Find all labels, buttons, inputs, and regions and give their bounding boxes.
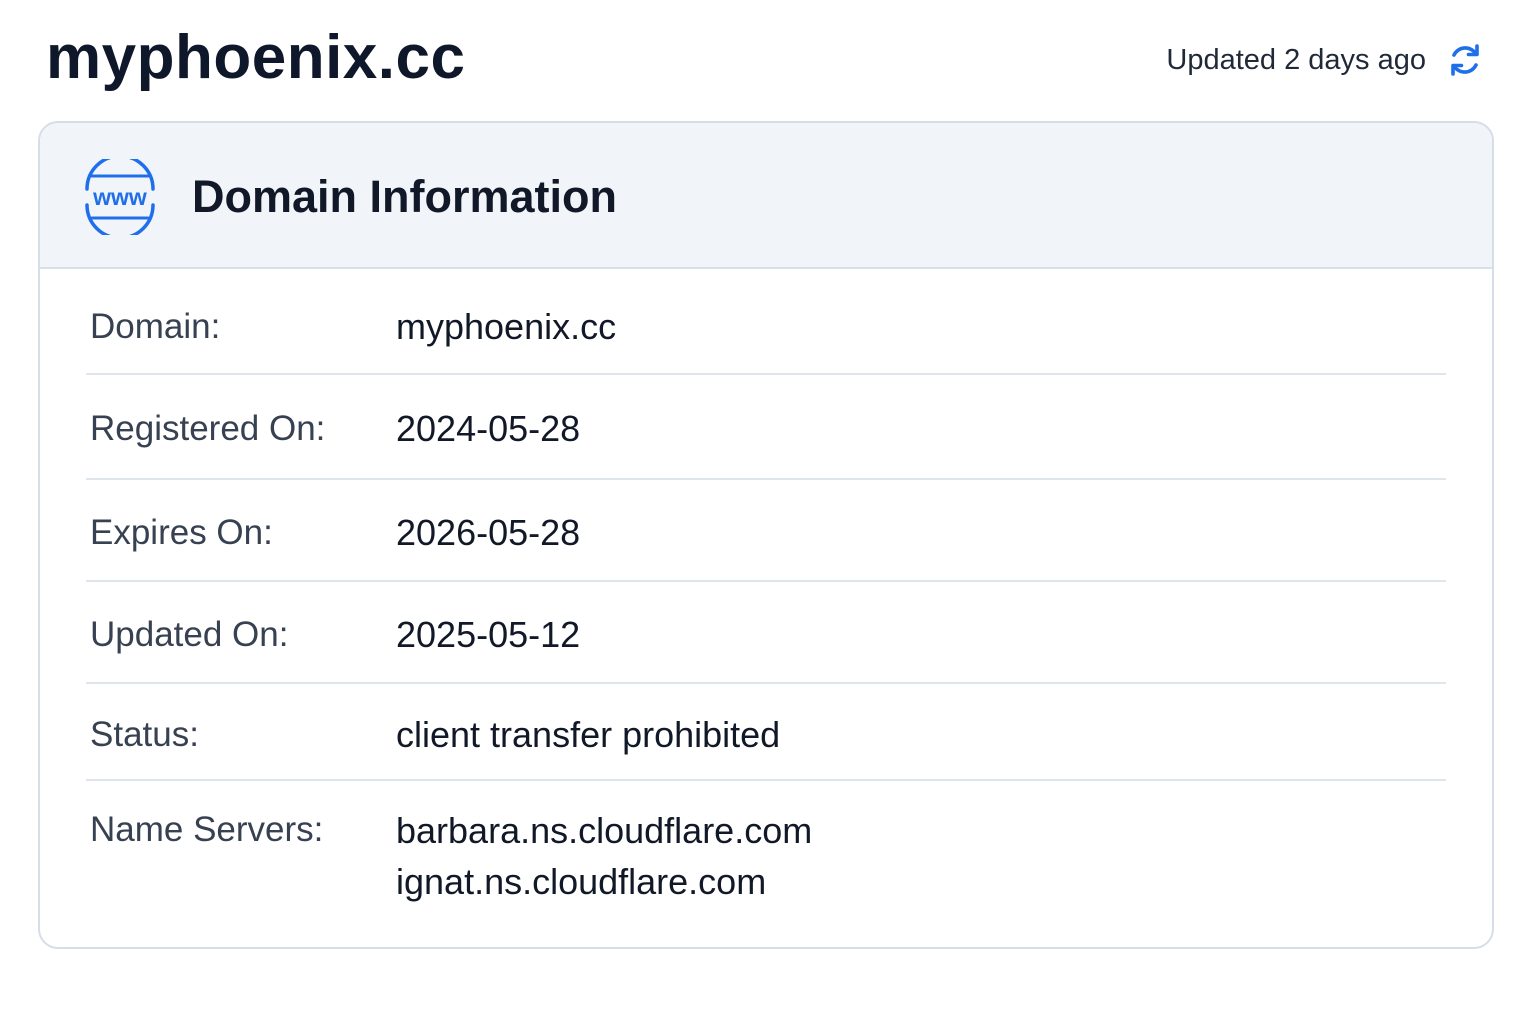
www-icon-text: www: [92, 184, 147, 210]
name-server-item: barbara.ns.cloudflare.com: [396, 810, 813, 851]
row-value: myphoenix.cc: [396, 306, 617, 347]
row-name-servers: Name Servers: barbara.ns.cloudflare.com …: [86, 781, 1446, 941]
updated-text: Updated 2 days ago: [1166, 44, 1426, 76]
row-registered-on: Registered On: 2024-05-28: [86, 375, 1446, 480]
row-domain: Domain: myphoenix.cc: [86, 269, 1446, 375]
row-label: Name Servers:: [90, 810, 324, 849]
info-rows: Domain: myphoenix.cc Registered On: 2024…: [86, 269, 1446, 941]
name-server-list: barbara.ns.cloudflare.com ignat.ns.cloud…: [396, 805, 812, 907]
page-header: myphoenix.cc Updated 2 days ago: [0, 0, 1536, 120]
row-expires-on: Expires On: 2026-05-28: [86, 480, 1446, 582]
row-label: Updated On:: [90, 615, 289, 654]
row-value: client transfer prohibited: [396, 714, 781, 755]
domain-info-card: www Domain Information Domain: myphoenix…: [38, 121, 1494, 949]
row-value: 2024-05-28: [396, 408, 581, 449]
row-status: Status: client transfer prohibited: [86, 684, 1446, 781]
card-title: Domain Information: [192, 171, 617, 222]
card-header: www Domain Information: [40, 123, 1492, 269]
refresh-icon[interactable]: [1446, 41, 1484, 79]
row-updated-on: Updated On: 2025-05-12: [86, 582, 1446, 684]
row-label: Registered On:: [90, 409, 326, 448]
row-label: Status:: [90, 715, 199, 754]
updated-status: Updated 2 days ago: [1166, 40, 1484, 80]
row-label: Domain:: [90, 307, 221, 346]
row-value: 2025-05-12: [396, 614, 581, 655]
row-value: 2026-05-28: [396, 512, 581, 553]
row-label: Expires On:: [90, 513, 273, 552]
www-globe-icon: www: [85, 159, 155, 235]
page-title: myphoenix.cc: [46, 23, 466, 92]
name-server-item: ignat.ns.cloudflare.com: [396, 861, 767, 902]
